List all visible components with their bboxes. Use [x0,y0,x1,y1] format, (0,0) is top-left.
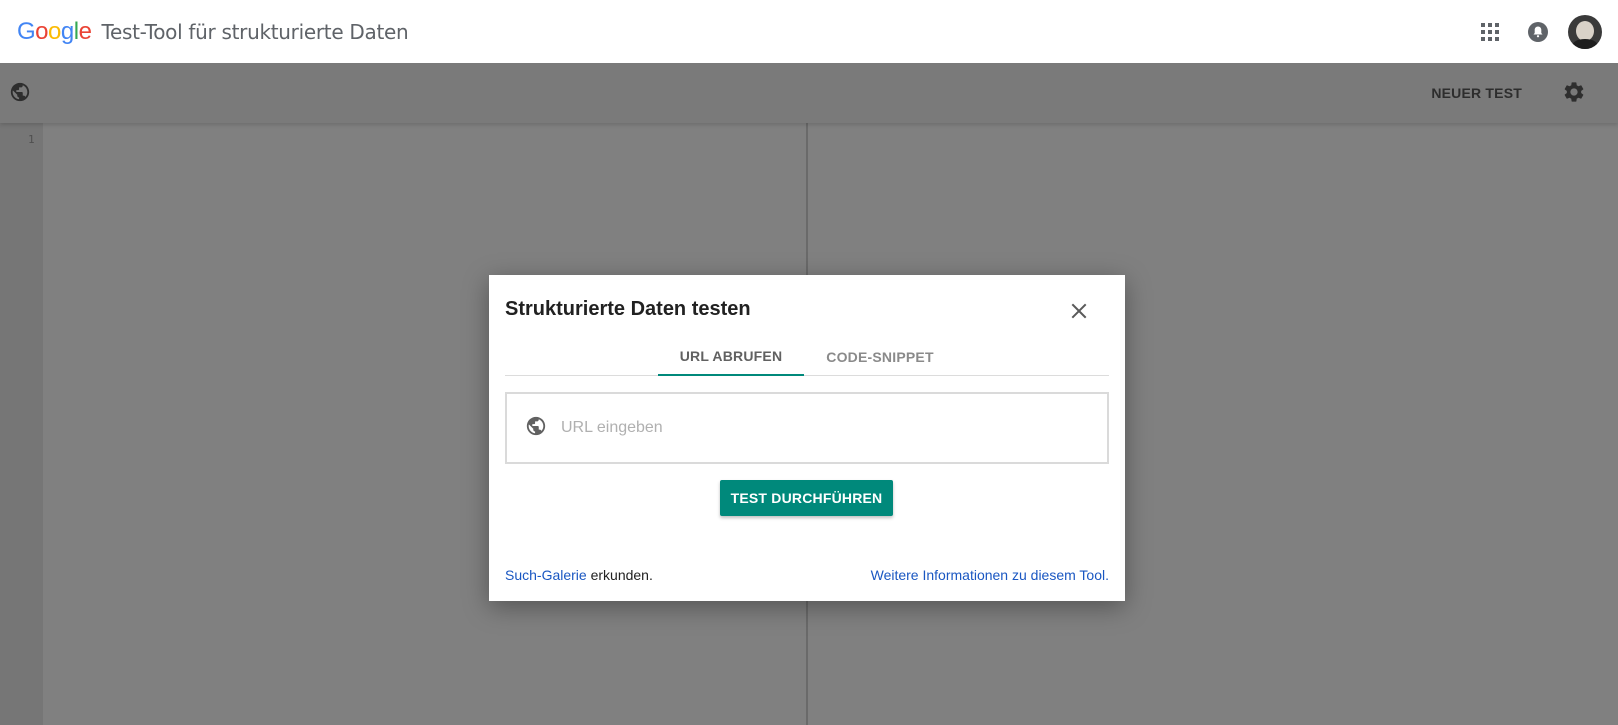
toolbar: NEUER TEST [0,63,1618,123]
dialog-tabs: URL ABRUFEN CODE-SNIPPET [505,337,1109,376]
editor-gutter: 1 [0,123,43,725]
app-bar: G o o g l e Test-Tool für strukturierte … [0,0,1618,63]
logo-letter-e: e [78,17,92,45]
notifications-icon[interactable] [1514,8,1562,56]
new-test-button[interactable]: NEUER TEST [1431,85,1522,101]
url-input[interactable] [561,419,1061,437]
logo-letter-o2: o [48,17,61,45]
footer-info: Weitere Informationen zu diesem Tool. [871,567,1109,583]
logo-letter-o1: o [35,17,49,45]
apps-icon[interactable] [1466,8,1514,56]
avatar[interactable] [1568,14,1602,49]
dialog-title: Strukturierte Daten testen [505,298,751,320]
google-logo[interactable]: G o o g l e [17,17,92,46]
footer-left-suffix: erkunden. [586,567,653,583]
logo-letter-g: G [17,17,36,45]
tab-url-abrufen[interactable]: URL ABRUFEN [658,337,804,376]
run-test-button[interactable]: TEST DURCHFÜHREN [720,480,893,516]
app-title: Test-Tool für strukturierte Daten [101,19,409,44]
globe-icon[interactable] [9,81,31,108]
test-dialog: Strukturierte Daten testen URL ABRUFEN C… [489,275,1125,601]
search-gallery-link[interactable]: Such-Galerie [505,567,587,583]
url-field[interactable] [505,392,1109,464]
gear-icon[interactable] [1562,80,1586,109]
more-info-link[interactable]: Weitere Informationen zu diesem Tool. [871,567,1109,583]
close-icon[interactable] [1067,299,1091,323]
tab-code-snippet[interactable]: CODE-SNIPPET [804,337,956,376]
appbar-actions [1466,0,1618,63]
line-number: 1 [28,133,35,146]
globe-icon [525,415,547,442]
footer-gallery-text: Such-Galerie erkunden. [505,567,653,583]
logo-letter-g2: g [60,17,74,45]
